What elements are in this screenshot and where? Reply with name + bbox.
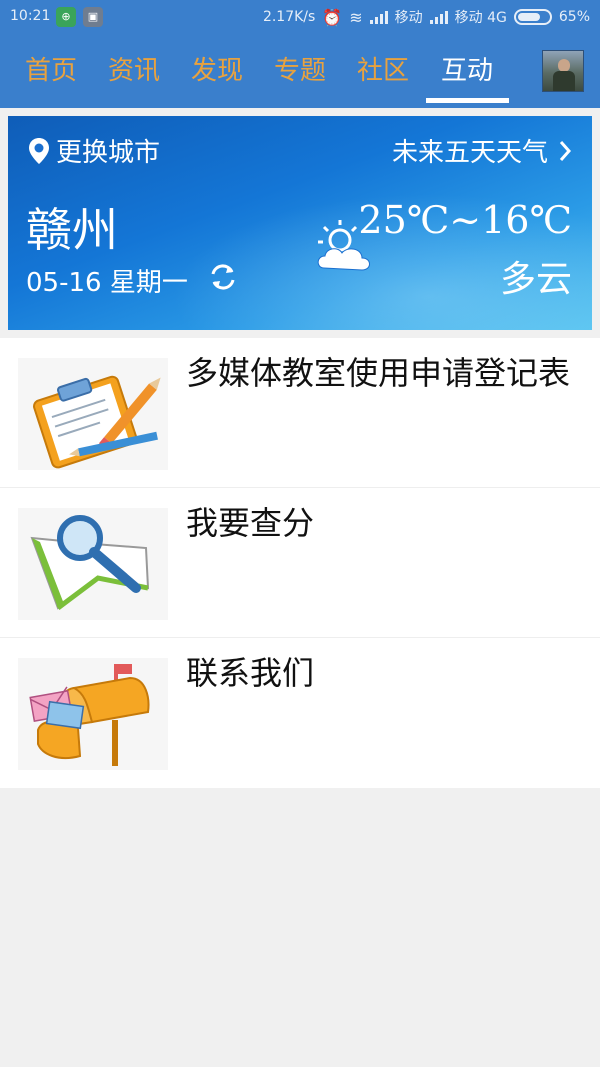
top-bar: 10:21 ⊕ ▣ 2.17K/s ⏰ ≋ 移动 移动 4G 65% 首页 资讯… bbox=[0, 0, 600, 108]
battery-icon bbox=[513, 9, 552, 25]
refresh-icon[interactable] bbox=[206, 260, 240, 294]
list-item[interactable]: 我要查分 bbox=[0, 488, 600, 638]
app-notification-icon: ▣ bbox=[83, 7, 103, 27]
security-shield-icon: ⊕ bbox=[56, 7, 76, 27]
alarm-clock-icon: ⏰ bbox=[322, 7, 343, 27]
weather-date: 05-16 星期一 bbox=[26, 268, 188, 298]
item-title: 多媒体教室使用申请登记表 bbox=[186, 354, 571, 392]
change-city-button[interactable]: 更换城市 bbox=[28, 132, 160, 169]
tab-news[interactable]: 资讯 bbox=[108, 50, 160, 87]
list-item[interactable]: 联系我们 bbox=[0, 638, 600, 788]
battery-level: 65% bbox=[558, 9, 590, 25]
change-city-label: 更换城市 bbox=[56, 138, 161, 168]
network-speed: 2.17K/s bbox=[262, 9, 316, 25]
wifi-icon: ≋ bbox=[349, 7, 363, 27]
status-bar: 10:21 ⊕ ▣ 2.17K/s ⏰ ≋ 移动 移动 4G 65% bbox=[0, 0, 600, 34]
active-tab-indicator bbox=[426, 98, 509, 103]
tab-home[interactable]: 首页 bbox=[25, 50, 77, 87]
mailbox-icon bbox=[18, 658, 168, 770]
signal-icon bbox=[369, 10, 388, 24]
carrier-1: 移动 bbox=[394, 10, 423, 26]
chevron-right-icon bbox=[559, 140, 572, 161]
signal-icon bbox=[429, 10, 448, 24]
location-pin-icon bbox=[29, 137, 49, 164]
temperature-range: 25℃~16℃ bbox=[358, 198, 572, 242]
five-day-forecast-link[interactable]: 未来五天天气 bbox=[392, 132, 572, 169]
carrier-2: 移动 4G bbox=[454, 10, 507, 26]
feature-list: 多媒体教室使用申请登记表 我要查分 联系我们 bbox=[0, 338, 600, 788]
clipboard-pencil-icon bbox=[18, 358, 168, 470]
book-magnifier-icon bbox=[18, 508, 168, 620]
status-right-group: 2.17K/s ⏰ ≋ 移动 移动 4G 65% bbox=[263, 7, 590, 27]
tab-interaction[interactable]: 互动 bbox=[441, 50, 493, 87]
user-avatar[interactable] bbox=[542, 50, 584, 92]
forecast-label: 未来五天天气 bbox=[391, 138, 548, 168]
weather-condition: 多云 bbox=[499, 259, 572, 300]
tab-topics[interactable]: 专题 bbox=[274, 50, 326, 87]
list-item[interactable]: 多媒体教室使用申请登记表 bbox=[0, 338, 600, 488]
item-title: 联系我们 bbox=[186, 654, 315, 692]
status-time: 10:21 bbox=[10, 8, 51, 24]
tab-discover[interactable]: 发现 bbox=[191, 50, 243, 87]
tab-community[interactable]: 社区 bbox=[357, 50, 409, 87]
main-nav: 首页 资讯 发现 专题 社区 互动 bbox=[0, 34, 600, 108]
city-name: 赣州 bbox=[26, 203, 118, 257]
item-title: 我要查分 bbox=[186, 504, 315, 542]
weather-card: 更换城市 未来五天天气 赣州 05-16 星期一 25℃~16℃ 多云 bbox=[8, 116, 592, 330]
